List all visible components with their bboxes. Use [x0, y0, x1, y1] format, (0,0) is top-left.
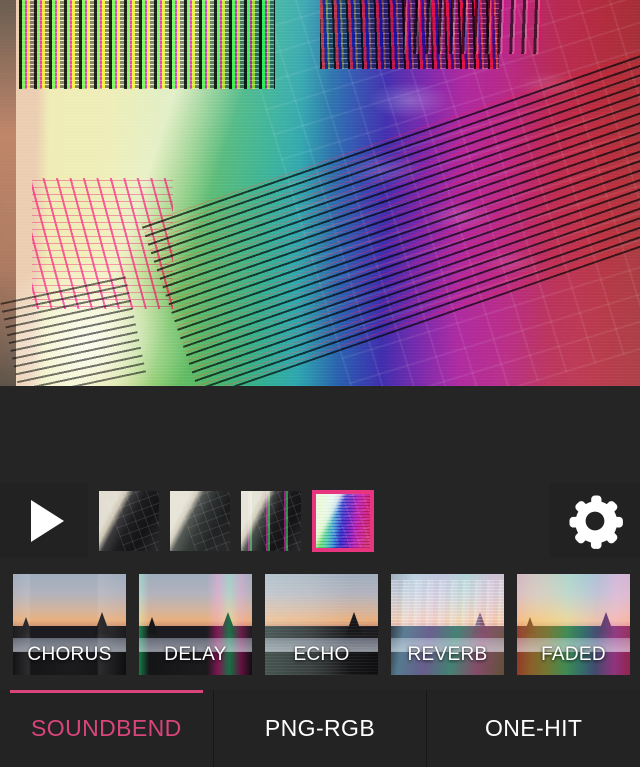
effect-chorus[interactable]: CHORUS	[13, 573, 126, 675]
effect-label: CHORUS	[27, 643, 112, 665]
effect-faded[interactable]: FADED	[517, 573, 630, 675]
tab-label: PNG-RGB	[264, 715, 376, 741]
effect-label: REVERB	[407, 643, 488, 665]
settings-button[interactable]	[550, 483, 640, 558]
filmstrip-frame[interactable]	[99, 490, 159, 551]
transport-row	[0, 483, 640, 558]
play-icon	[30, 499, 64, 542]
effect-label: ECHO	[293, 643, 350, 665]
play-button[interactable]	[0, 483, 88, 558]
preview-scanlines	[0, 0, 640, 386]
effect-label: DELAY	[164, 643, 227, 665]
filmstrip-frame-selected[interactable]	[312, 489, 374, 552]
preview-area[interactable]	[0, 0, 640, 386]
effect-label: FADED	[541, 643, 606, 665]
filmstrip-frame[interactable]	[241, 490, 301, 551]
tab-label: ONE-HIT	[485, 715, 583, 741]
tab-png-rgb[interactable]: PNG-RGB	[213, 690, 428, 767]
transport-area	[0, 386, 640, 558]
frame-scanline-overlay	[316, 493, 370, 548]
frame-glitch-overlay	[170, 490, 230, 551]
tab-one-hit[interactable]: ONE-HIT	[427, 690, 640, 767]
frame-filmstrip[interactable]	[88, 483, 550, 558]
filmstrip-frame[interactable]	[170, 490, 230, 551]
tab-label: SOUNDBEND	[31, 715, 182, 741]
gear-icon	[569, 495, 623, 549]
effects-strip[interactable]: CHORUS DELAY ECHO REVERB FADED	[0, 558, 640, 690]
effect-delay[interactable]: DELAY	[139, 573, 252, 675]
effect-echo[interactable]: ECHO	[265, 573, 378, 675]
effect-pixel-overlay	[391, 579, 504, 626]
frame-glitch-overlay	[241, 490, 301, 551]
tab-active-indicator	[10, 690, 203, 693]
glitched-photo-preview[interactable]	[0, 0, 640, 386]
tab-bar: SOUNDBEND PNG-RGB ONE-HIT	[0, 690, 640, 767]
effect-reverb[interactable]: REVERB	[391, 573, 504, 675]
app-root: CHORUS DELAY ECHO REVERB FADED SOUNDBEND…	[0, 0, 640, 767]
preview-left-edge-strip	[0, 0, 16, 386]
tab-soundbend[interactable]: SOUNDBEND	[0, 690, 214, 767]
